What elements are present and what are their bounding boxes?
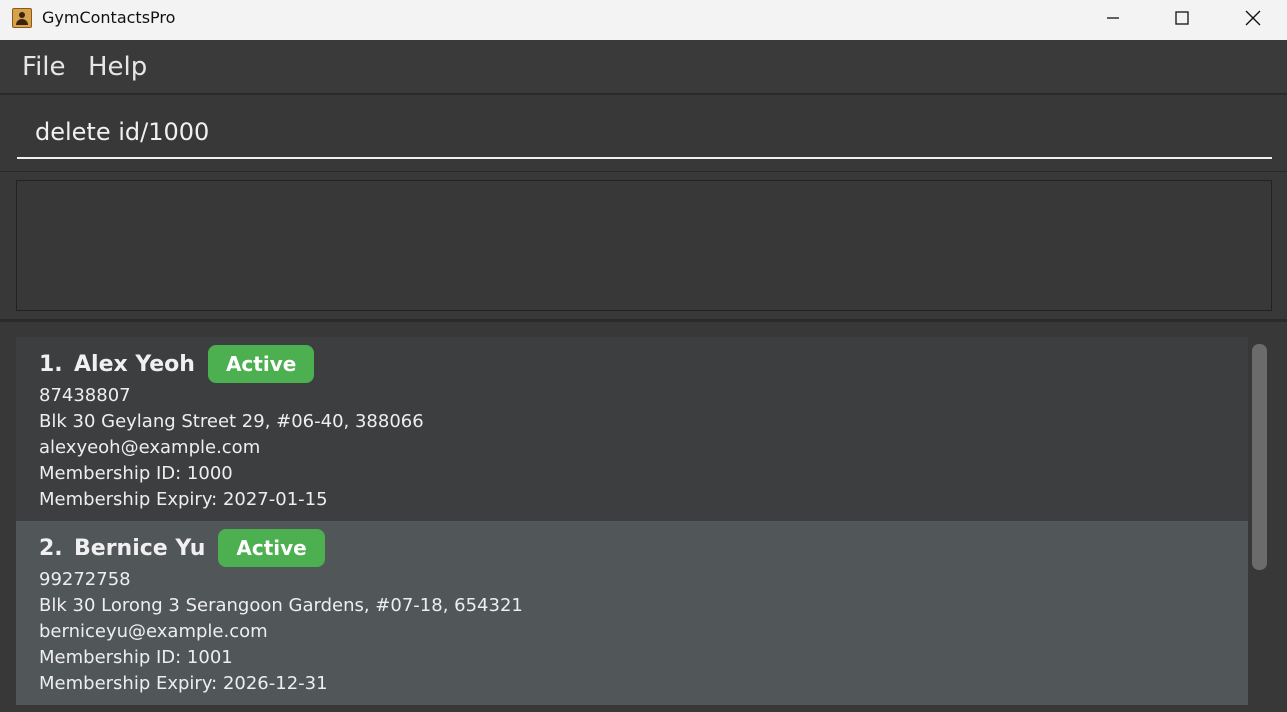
minimize-button[interactable] <box>1090 0 1136 36</box>
menu-help[interactable]: Help <box>88 49 147 85</box>
maximize-button[interactable] <box>1159 0 1205 36</box>
command-input[interactable] <box>17 107 1272 159</box>
window-title: GymContactsPro <box>42 8 176 27</box>
status-badge: Active <box>207 345 315 383</box>
person-card-header: 1. Alex Yeoh Active <box>39 345 315 383</box>
list-scrollbar[interactable] <box>1252 344 1267 570</box>
result-display[interactable] <box>16 180 1272 311</box>
title-bar: GymContactsPro <box>0 0 1287 40</box>
person-membership-expiry: Membership Expiry: 2026-12-31 <box>39 673 328 694</box>
person-address: Blk 30 Lorong 3 Serangoon Gardens, #07-1… <box>39 595 523 616</box>
person-phone: 87438807 <box>39 385 131 406</box>
command-box <box>0 95 1287 171</box>
person-name: Alex Yeoh <box>74 351 195 377</box>
person-card-header: 2. Bernice Yu Active <box>39 529 325 567</box>
person-membership-expiry: Membership Expiry: 2027-01-15 <box>39 489 328 510</box>
person-membership-id: Membership ID: 1000 <box>39 463 233 484</box>
person-index: 1. <box>39 351 63 377</box>
person-index: 2. <box>39 535 63 561</box>
person-phone: 99272758 <box>39 569 131 590</box>
status-badge: Active <box>218 529 325 567</box>
menu-file[interactable]: File <box>22 49 66 85</box>
person-card[interactable]: 2. Bernice Yu Active 99272758 Blk 30 Lor… <box>16 521 1248 705</box>
contacts-app-icon <box>12 8 32 28</box>
person-card[interactable]: 1. Alex Yeoh Active 87438807 Blk 30 Geyl… <box>16 337 1248 521</box>
person-address: Blk 30 Geylang Street 29, #06-40, 388066 <box>39 411 424 432</box>
minimize-icon <box>1107 17 1119 19</box>
person-email: berniceyu@example.com <box>39 621 268 642</box>
result-display-panel <box>0 171 1287 321</box>
maximize-icon <box>1175 11 1189 25</box>
person-membership-id: Membership ID: 1001 <box>39 647 233 668</box>
close-button[interactable] <box>1230 0 1276 36</box>
person-list[interactable]: 1. Alex Yeoh Active 87438807 Blk 30 Geyl… <box>0 322 1287 712</box>
person-email: alexyeoh@example.com <box>39 437 261 458</box>
close-icon <box>1245 10 1261 26</box>
menu-bar: File Help <box>0 40 1287 94</box>
person-name: Bernice Yu <box>74 535 206 561</box>
